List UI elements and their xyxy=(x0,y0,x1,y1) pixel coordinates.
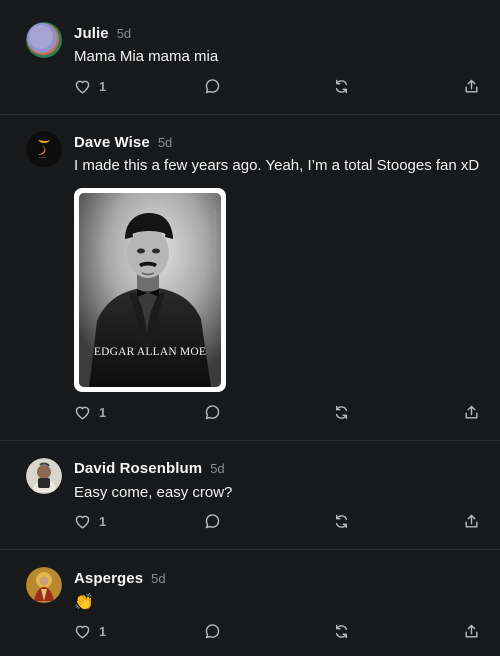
like-button[interactable]: 1 xyxy=(74,78,106,94)
share-icon xyxy=(465,405,478,419)
share-icon xyxy=(465,624,478,638)
like-button[interactable]: 1 xyxy=(74,623,106,639)
restack-icon xyxy=(335,79,348,94)
action-bar: 1 xyxy=(74,513,486,533)
author-name[interactable]: Julie xyxy=(74,25,109,42)
image-caption: EDGAR ALLAN MOE xyxy=(93,346,207,358)
image-attachment[interactable]: EDGAR ALLAN MOE xyxy=(74,188,226,392)
comment-feed: Julie 5d Mama Mia mama mia 1 Dave Wise 5… xyxy=(0,0,500,656)
heart-icon xyxy=(75,406,90,420)
post-text: Mama Mia mama mia xyxy=(74,48,219,65)
post-text: Easy come, easy crow? xyxy=(74,484,233,501)
author-name[interactable]: Asperges xyxy=(74,570,143,587)
reply-button[interactable] xyxy=(204,404,221,421)
comment-icon xyxy=(205,79,220,94)
post-header: David Rosenblum 5d xyxy=(74,460,225,477)
timestamp[interactable]: 5d xyxy=(210,461,224,476)
divider xyxy=(0,549,500,550)
share-button[interactable] xyxy=(463,513,480,530)
reply-button[interactable] xyxy=(204,78,221,95)
share-button[interactable] xyxy=(463,78,480,95)
avatar-image xyxy=(26,22,62,58)
attached-photo: EDGAR ALLAN MOE xyxy=(79,193,221,387)
like-count: 1 xyxy=(99,623,107,639)
share-button[interactable] xyxy=(463,623,480,640)
timestamp[interactable]: 5d xyxy=(151,571,165,586)
post-text: I made this a few years ago. Yeah, I’m a… xyxy=(74,157,480,174)
avatar[interactable] xyxy=(26,131,62,167)
share-icon xyxy=(465,514,478,528)
reply-button[interactable] xyxy=(204,623,221,640)
avatar[interactable] xyxy=(26,567,62,603)
post-header: Dave Wise 5d xyxy=(74,134,172,151)
avatar[interactable] xyxy=(26,22,62,58)
restack-button[interactable] xyxy=(333,404,350,421)
action-bar: 1 xyxy=(74,623,486,643)
heart-icon xyxy=(75,80,90,94)
restack-icon xyxy=(335,405,348,420)
avatar-image xyxy=(26,131,62,167)
comment-icon xyxy=(205,405,220,420)
post-header: Asperges 5d xyxy=(74,570,166,587)
restack-icon xyxy=(335,514,348,529)
restack-button[interactable] xyxy=(333,78,350,95)
author-name[interactable]: David Rosenblum xyxy=(74,460,202,477)
like-button[interactable]: 1 xyxy=(74,513,106,529)
comment-icon xyxy=(205,624,220,639)
heart-icon xyxy=(75,515,90,529)
avatar-image xyxy=(26,458,62,494)
author-name[interactable]: Dave Wise xyxy=(74,134,150,151)
photo-watermark xyxy=(211,209,219,269)
post-header: Julie 5d xyxy=(74,25,131,42)
like-count: 1 xyxy=(99,513,107,529)
avatar-image xyxy=(26,567,62,603)
share-button[interactable] xyxy=(463,404,480,421)
share-icon xyxy=(465,79,478,93)
restack-button[interactable] xyxy=(333,623,350,640)
reply-button[interactable] xyxy=(204,513,221,530)
like-button[interactable]: 1 xyxy=(74,404,106,420)
divider xyxy=(0,114,500,115)
heart-icon xyxy=(75,625,90,639)
post-text: 👏 xyxy=(74,594,94,611)
like-count: 1 xyxy=(99,78,107,94)
comment-icon xyxy=(205,514,220,529)
watermark-text-graphic xyxy=(214,209,216,269)
avatar[interactable] xyxy=(26,458,62,494)
like-count: 1 xyxy=(99,404,107,420)
action-bar: 1 xyxy=(74,78,486,98)
restack-button[interactable] xyxy=(333,513,350,530)
action-bar: 1 xyxy=(74,404,486,424)
timestamp[interactable]: 5d xyxy=(117,26,131,41)
restack-icon xyxy=(335,624,348,639)
divider xyxy=(0,440,500,441)
timestamp[interactable]: 5d xyxy=(158,135,172,150)
